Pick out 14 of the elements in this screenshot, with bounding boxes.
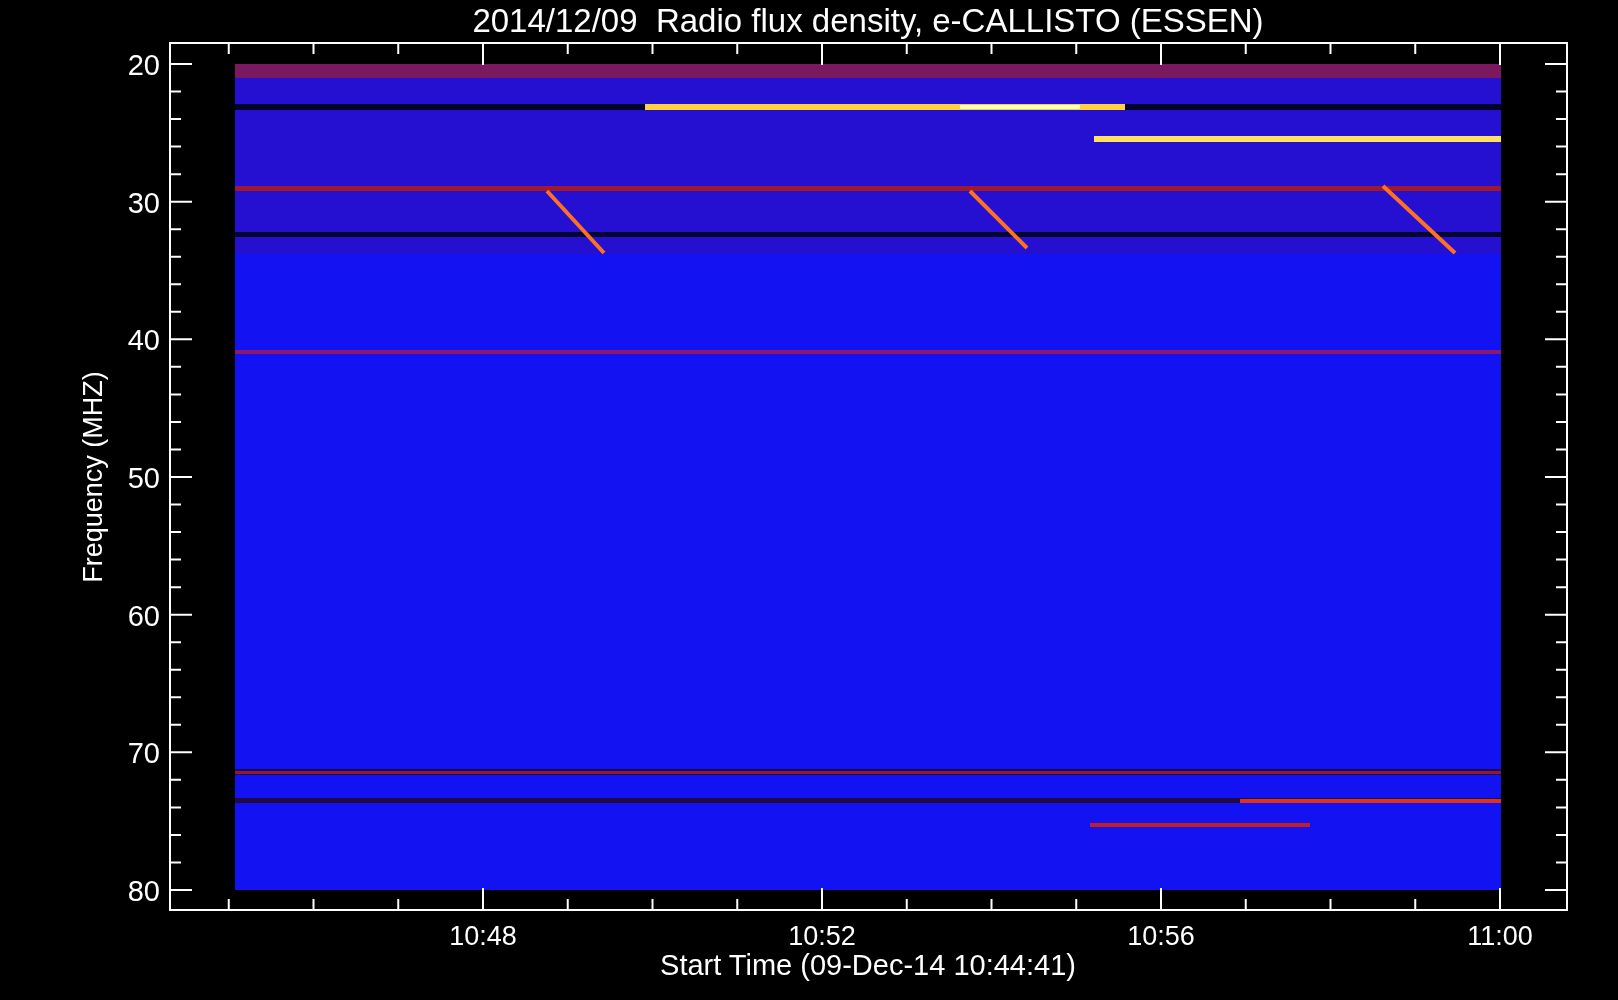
- tick-label: 11:00: [1467, 921, 1533, 951]
- tick-label: 60: [127, 599, 160, 632]
- axis-label: Start Time (09-Dec-14 10:44:41): [660, 949, 1076, 981]
- tick-label: 10:56: [1127, 921, 1195, 951]
- tick-label: 10:48: [449, 921, 517, 951]
- tick-label: 40: [127, 324, 160, 357]
- tick-label: 30: [127, 186, 160, 219]
- tick-label: 20: [127, 49, 160, 81]
- tick-label: 50: [127, 462, 160, 494]
- tick-label: 70: [127, 737, 160, 770]
- tick-label: 10:52: [788, 921, 856, 951]
- plot-title: 2014/12/09 Radio flux density, e-CALLISTO (ESSEN): [472, 2, 1264, 39]
- tick-label: 80: [127, 875, 160, 907]
- axis-label: Frequency (MHZ): [78, 371, 108, 583]
